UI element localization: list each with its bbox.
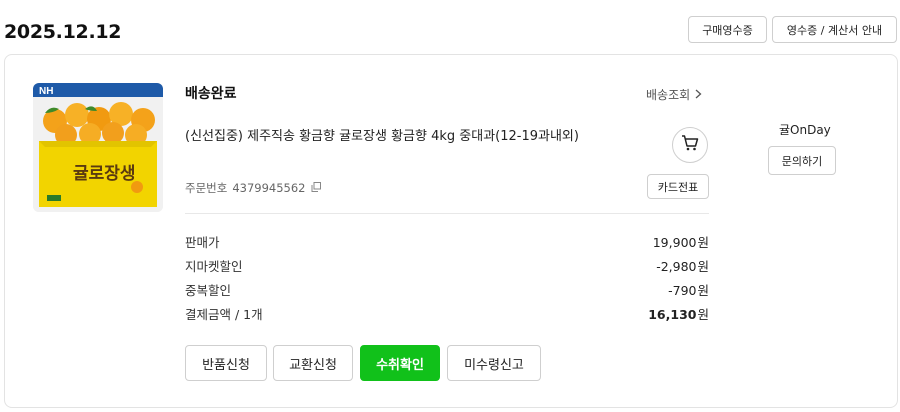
return-request-button[interactable]: 반품신청: [185, 345, 267, 381]
track-delivery-link[interactable]: 배송조회: [646, 86, 702, 103]
price-value-sale: 19,900원: [652, 235, 709, 250]
chevron-right-icon: [695, 88, 702, 102]
exchange-request-button[interactable]: 교환신청: [273, 345, 353, 381]
receipt-tax-guide-button[interactable]: 영수증 / 계산서 안내: [772, 16, 897, 43]
order-number: 4379945562: [232, 181, 306, 195]
card-receipt-button[interactable]: 카드전표: [647, 174, 709, 199]
confirm-receipt-button[interactable]: 수취확인: [360, 345, 440, 381]
price-value-gmarket-discount: -2,980원: [656, 259, 709, 274]
price-label-extra-discount: 중복할인: [185, 283, 232, 298]
order-date: 2025.12.12: [4, 21, 122, 43]
price-label-total: 결제금액 / 1개: [185, 307, 263, 322]
order-number-row: 주문번호 4379945562: [185, 180, 321, 196]
purchase-receipt-button[interactable]: 구매영수증: [688, 16, 767, 43]
cart-icon: [681, 135, 699, 155]
copy-icon[interactable]: [311, 181, 321, 195]
price-label-sale: 판매가: [185, 235, 220, 250]
price-value-extra-discount: -790원: [668, 283, 709, 298]
delivery-status: 배송완료: [185, 86, 237, 102]
product-image[interactable]: NH 귤로장생: [33, 83, 163, 212]
track-label: 배송조회: [646, 88, 691, 102]
brand-logo: NH: [39, 86, 53, 97]
add-to-cart-button[interactable]: [672, 127, 708, 163]
divider: [185, 213, 709, 214]
citrus-box-illustration: NH 귤로장생: [33, 83, 163, 212]
box-label: 귤로장생: [73, 164, 136, 184]
inquiry-button[interactable]: 문의하기: [768, 146, 836, 175]
seller-name[interactable]: 귤OnDay: [779, 121, 831, 138]
price-value-total: 16,130원: [648, 307, 709, 322]
price-label-gmarket-discount: 지마켓할인: [185, 259, 243, 274]
order-number-label: 주문번호: [185, 181, 228, 195]
product-name[interactable]: (신선집중) 제주직송 황금향 귤로장생 황금향 4kg 중대과(12-19과내…: [185, 125, 579, 144]
not-received-report-button[interactable]: 미수령신고: [447, 345, 541, 381]
